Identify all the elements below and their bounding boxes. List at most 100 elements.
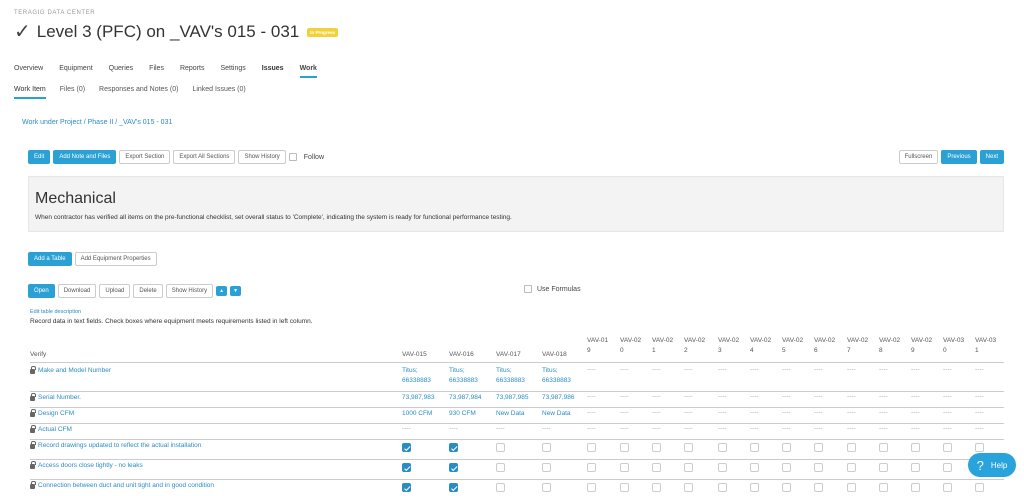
upload-button[interactable]: Upload (99, 284, 131, 298)
row-checkbox[interactable] (496, 443, 505, 452)
empty-cell[interactable]: ---- (652, 393, 661, 400)
empty-cell[interactable]: ---- (975, 425, 984, 432)
move-down-icon[interactable]: ▼ (230, 286, 242, 296)
row-checkbox[interactable] (750, 463, 759, 472)
row-checkbox[interactable] (750, 483, 759, 492)
empty-cell[interactable]: ---- (750, 409, 759, 416)
subtab-responses[interactable]: Responses and Notes (0) (99, 86, 178, 99)
empty-cell[interactable]: ---- (587, 366, 596, 373)
cell-value[interactable]: Titus; 66338883 (542, 366, 582, 386)
row-checkbox[interactable] (542, 483, 551, 492)
row-checkbox[interactable] (620, 463, 629, 472)
empty-cell[interactable]: ---- (943, 366, 952, 373)
cell-value[interactable]: New Data (496, 409, 525, 419)
empty-cell[interactable]: ---- (684, 366, 693, 373)
row-checkbox[interactable] (684, 443, 693, 452)
empty-cell[interactable]: ---- (587, 409, 596, 416)
row-checkbox[interactable] (496, 463, 505, 472)
empty-cell[interactable]: ---- (943, 409, 952, 416)
cell-value[interactable]: 73,987,984 (449, 393, 482, 403)
empty-cell[interactable]: ---- (814, 409, 823, 416)
empty-cell[interactable]: ---- (782, 425, 791, 432)
previous-button[interactable]: Previous (941, 150, 977, 164)
edit-table-description-link[interactable]: Edit table description (30, 309, 81, 315)
subtab-linked-issues[interactable]: Linked Issues (0) (192, 86, 245, 99)
tab-work[interactable]: Work (299, 65, 317, 78)
empty-cell[interactable]: ---- (750, 366, 759, 373)
cell-value[interactable]: 1000 CFM (402, 409, 432, 419)
row-checkbox[interactable] (911, 443, 920, 452)
row-checkbox[interactable] (814, 463, 823, 472)
row-checkbox[interactable] (847, 443, 856, 452)
add-note-button[interactable]: Add Note and Files (53, 150, 117, 164)
subtab-work-item[interactable]: Work Item (14, 86, 46, 99)
tab-issues[interactable]: Issues (262, 65, 284, 78)
empty-cell[interactable]: ---- (879, 393, 888, 400)
next-button[interactable]: Next (979, 150, 1004, 164)
empty-cell[interactable]: ---- (911, 366, 920, 373)
row-label[interactable]: Serial Number. (30, 393, 81, 401)
row-checkbox[interactable] (911, 483, 920, 492)
empty-cell[interactable]: ---- (718, 425, 727, 432)
row-checkbox[interactable] (975, 443, 984, 452)
use-formulas-checkbox[interactable] (524, 285, 532, 293)
row-checkbox[interactable] (718, 483, 727, 492)
empty-cell[interactable]: ---- (782, 393, 791, 400)
row-checkbox[interactable] (750, 443, 759, 452)
row-checkbox[interactable] (620, 483, 629, 492)
empty-cell[interactable]: ---- (943, 425, 952, 432)
cell-value[interactable]: 930 CFM (449, 409, 476, 419)
row-checkbox[interactable] (975, 483, 984, 492)
export-all-button[interactable]: Export All Sections (173, 150, 236, 164)
breadcrumb[interactable]: Work under Project / Phase II / _VAV's 0… (22, 119, 172, 126)
row-checkbox[interactable] (718, 463, 727, 472)
row-checkbox[interactable] (496, 483, 505, 492)
cell-value[interactable]: New Data (542, 409, 571, 419)
empty-cell[interactable]: ---- (879, 425, 888, 432)
row-checkbox[interactable] (449, 483, 458, 492)
empty-cell[interactable]: ---- (814, 366, 823, 373)
tab-queries[interactable]: Queries (109, 65, 134, 78)
empty-cell[interactable]: ---- (911, 425, 920, 432)
empty-cell[interactable]: ---- (587, 425, 596, 432)
row-checkbox[interactable] (652, 463, 661, 472)
empty-cell[interactable]: ---- (620, 366, 629, 373)
row-checkbox[interactable] (449, 463, 458, 472)
empty-cell[interactable]: ---- (975, 366, 984, 373)
subtab-files[interactable]: Files (0) (60, 86, 85, 99)
cell-value[interactable]: 73,987,986 (542, 393, 575, 403)
empty-cell[interactable]: ---- (587, 393, 596, 400)
row-checkbox[interactable] (814, 443, 823, 452)
row-label[interactable]: Record drawings updated to reflect the a… (30, 441, 201, 449)
row-checkbox[interactable] (879, 443, 888, 452)
empty-cell[interactable]: ---- (652, 409, 661, 416)
empty-cell[interactable]: ---- (782, 366, 791, 373)
row-checkbox[interactable] (449, 443, 458, 452)
empty-cell[interactable]: ---- (684, 393, 693, 400)
empty-cell[interactable]: ---- (814, 393, 823, 400)
row-checkbox[interactable] (943, 463, 952, 472)
row-checkbox[interactable] (718, 443, 727, 452)
tab-settings[interactable]: Settings (220, 65, 245, 78)
export-section-button[interactable]: Export Section (119, 150, 171, 164)
empty-cell[interactable]: ---- (718, 393, 727, 400)
tab-files[interactable]: Files (149, 65, 164, 78)
row-checkbox[interactable] (402, 483, 411, 492)
row-checkbox[interactable] (782, 483, 791, 492)
empty-cell[interactable]: ---- (496, 425, 505, 432)
empty-cell[interactable]: ---- (449, 425, 458, 432)
row-checkbox[interactable] (587, 463, 596, 472)
row-checkbox[interactable] (402, 463, 411, 472)
row-checkbox[interactable] (587, 443, 596, 452)
empty-cell[interactable]: ---- (620, 425, 629, 432)
empty-cell[interactable]: ---- (684, 425, 693, 432)
row-checkbox[interactable] (879, 483, 888, 492)
cell-value[interactable]: Titus; 66338883 (402, 366, 442, 386)
row-checkbox[interactable] (542, 443, 551, 452)
add-equipment-properties-button[interactable]: Add Equipment Properties (74, 252, 157, 266)
empty-cell[interactable]: ---- (847, 425, 856, 432)
empty-cell[interactable]: ---- (542, 425, 551, 432)
row-checkbox[interactable] (782, 443, 791, 452)
empty-cell[interactable]: ---- (620, 409, 629, 416)
empty-cell[interactable]: ---- (879, 366, 888, 373)
